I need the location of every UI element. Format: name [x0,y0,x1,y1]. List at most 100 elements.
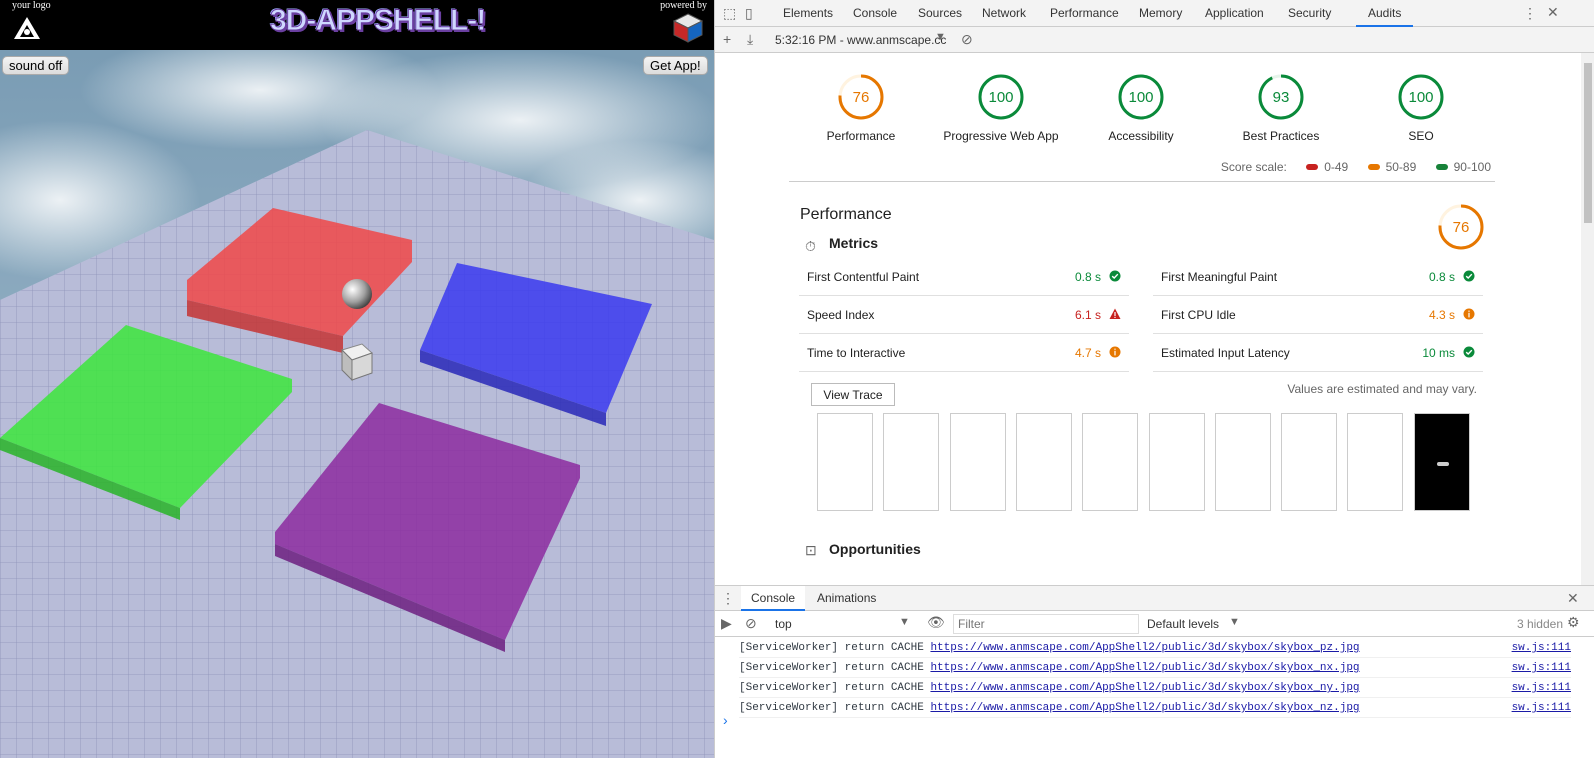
download-icon[interactable]: ⤓ [747,31,753,48]
cube-object[interactable] [341,343,373,382]
drawer-tab-animations[interactable]: Animations [817,586,876,611]
pass-status-icon [1463,270,1475,282]
view-trace-button[interactable]: View Trace [811,383,895,406]
scrollbar-thumb[interactable] [1584,63,1592,223]
report-selector[interactable]: 5:32:16 PM - www.anmscape.cc [775,33,946,47]
inspect-icon[interactable]: ⬚ [723,5,736,22]
filmstrip-frame [949,413,1006,511]
device-toggle-icon[interactable]: ▯ [745,5,753,22]
gauge-label: Performance [826,129,896,143]
console-settings-gear-icon[interactable]: ⚙ [1567,614,1580,631]
divider [789,181,1495,182]
message-link[interactable]: https://www.anmscape.com/AppShell2/publi… [930,662,1359,674]
drawer-menu-icon[interactable]: ⋮ [721,590,735,607]
console-message: [ServiceWorker] return CACHE https://www… [739,678,1571,698]
tab-sources[interactable]: Sources [918,0,962,27]
gauge-ring: 76 [838,74,884,120]
gauge-best-practices[interactable]: 93 Best Practices [1211,73,1351,143]
metric-name: Estimated Input Latency [1161,346,1290,360]
drawer-tab-console[interactable]: Console [741,586,806,611]
context-dropdown-icon[interactable]: ▼ [899,616,910,628]
message-source-link[interactable]: sw.js:111 [1512,658,1571,678]
drawer-tabbar: ⋮ Console Animations ✕ [715,586,1594,611]
tab-elements[interactable]: Elements [783,0,833,27]
console-prompt[interactable]: › [723,712,728,728]
add-icon[interactable]: + [723,31,731,47]
stopwatch-icon: ⏱ [805,238,816,254]
gauge-label: Best Practices [1242,129,1320,143]
console-drawer: ⋮ Console Animations ✕ ▶︎ ⊘ top ▼ 👁 Defa… [715,585,1594,758]
screen: your logo 3D-APPSHELL-! powered by sound… [0,0,1594,758]
gauge-performance[interactable]: 76 Performance [791,73,931,143]
metric-row: Time to Interactive 4.7 s [799,334,1129,372]
message-link[interactable]: https://www.anmscape.com/AppShell2/publi… [930,642,1359,654]
close-icon[interactable]: ✕ [1547,4,1559,21]
message-source-link[interactable]: sw.js:111 [1512,698,1571,718]
get-app-button[interactable]: Get App! [643,56,708,75]
gauge-seo[interactable]: 100 SEO [1351,73,1491,143]
console-filter-input[interactable] [953,614,1139,634]
tab-memory[interactable]: Memory [1139,0,1182,27]
app-viewport: your logo 3D-APPSHELL-! powered by sound… [0,0,714,758]
3d-scene[interactable] [0,30,714,758]
tab-security[interactable]: Security [1288,0,1331,27]
message-link[interactable]: https://www.anmscape.com/AppShell2/publi… [930,702,1359,714]
sidebar-toggle-icon[interactable]: ▶︎ [721,615,732,632]
app-header: your logo 3D-APPSHELL-! powered by [0,0,714,50]
message-source-link[interactable]: sw.js:111 [1512,638,1571,658]
gauge-score: 100 [1128,89,1153,106]
gauge-score: 93 [1273,89,1290,106]
fail-status-icon [1109,308,1121,319]
frame-thumbnail-detail [1436,462,1449,466]
filmstrip-frame [1347,413,1404,511]
gauge-accessibility[interactable]: 100 Accessibility [1071,73,1211,143]
metric-name: Speed Index [807,308,875,322]
levels-dropdown-icon[interactable]: ▼ [1229,616,1240,628]
audit-scrollbar[interactable] [1581,53,1594,585]
tab-application[interactable]: Application [1205,0,1264,27]
clear-console-icon[interactable]: ⊘ [745,615,757,632]
brand-logo-icon[interactable] [10,13,44,43]
metric-row: Estimated Input Latency 10 ms [1153,334,1483,372]
tab-network[interactable]: Network [982,0,1026,27]
clear-icon[interactable]: ⊘ [961,31,973,48]
gauge-ring: 100 [1398,74,1444,120]
devtools-panel: ⬚ ▯ Elements Console Sources Network Per… [714,0,1594,758]
eye-icon[interactable]: 👁 [927,614,945,631]
more-icon[interactable]: ⋮ [1523,5,1537,22]
metric-row: First Meaningful Paint 0.8 s [1153,258,1483,296]
drawer-close-icon[interactable]: ✕ [1567,590,1579,607]
performance-score-gauge: 76 [1438,204,1484,250]
metrics-heading: Metrics [829,235,879,251]
range-pass: 90-100 [1453,160,1491,174]
gauge-score: 76 [853,89,870,106]
gauge-score: 100 [988,89,1013,106]
tab-performance[interactable]: Performance [1050,0,1119,27]
scene-canvas[interactable] [0,30,714,758]
message-source-link[interactable]: sw.js:111 [1512,678,1571,698]
console-message: [ServiceWorker] return CACHE https://www… [739,638,1571,658]
dropdown-arrow-icon[interactable]: ▼ [935,31,946,43]
tab-console[interactable]: Console [853,0,897,27]
filmstrip-frame [1148,413,1205,511]
console-message: [ServiceWorker] return CACHE https://www… [739,698,1571,718]
filmstrip-frame [817,413,873,511]
sound-toggle-button[interactable]: sound off [2,56,70,75]
sphere-player[interactable] [342,279,372,309]
fail-swatch [1306,164,1319,171]
powered-by-cube-icon[interactable] [672,12,704,44]
log-levels-dropdown[interactable]: Default levels [1147,617,1219,631]
message-text: [ServiceWorker] return CACHE [739,642,924,654]
message-link[interactable]: https://www.anmscape.com/AppShell2/publi… [930,682,1359,694]
filmstrip-frame [1015,413,1072,511]
average-status-icon [1109,346,1121,358]
tab-audits[interactable]: Audits [1356,0,1414,27]
metric-row: First Contentful Paint 0.8 s [799,258,1129,296]
hidden-count: 3 hidden [1516,617,1563,631]
gauge-progressive-web-app[interactable]: 100 Progressive Web App [931,73,1071,143]
context-selector[interactable]: top [775,617,792,631]
performance-score-value: 76 [1453,219,1470,236]
logo-caption: your logo [12,0,51,11]
gauge-score: 100 [1408,89,1433,106]
app-title: 3D-APPSHELL-! [269,4,486,38]
